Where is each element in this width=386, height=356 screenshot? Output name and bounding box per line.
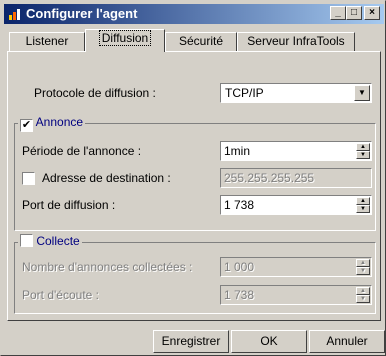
spin-down-icon[interactable]: ▼ — [356, 151, 370, 159]
chevron-down-icon[interactable]: ▼ — [354, 85, 370, 101]
collecte-group-title: Collecte — [18, 234, 82, 248]
diffusion-panel: Protocole de diffusion : TCP/IP ▼ ✔ Anno… — [7, 51, 381, 321]
period-label: Période de l'annonce : — [22, 144, 142, 158]
listen-port-input[interactable]: 1 738 ▲ ▼ — [220, 285, 372, 305]
window-title: Configurer l'agent — [26, 6, 138, 21]
ok-button[interactable]: OK — [231, 330, 307, 353]
tab-diffusion-label: Diffusion — [98, 30, 152, 46]
tab-listener-label: Listener — [25, 34, 69, 48]
listen-port-label: Port d'écoute : — [22, 288, 100, 302]
listen-port-spinner[interactable]: ▲ ▼ — [356, 287, 370, 303]
count-label: Nombre d'annonces collectées : — [22, 260, 193, 274]
close-button[interactable]: × — [364, 6, 380, 20]
tab-listener[interactable]: Listener — [9, 32, 85, 51]
destination-input[interactable]: 255.255.255.255 — [220, 168, 372, 188]
period-spinner[interactable]: ▲ ▼ — [356, 143, 370, 159]
agent-icon — [9, 9, 20, 20]
port-spinner[interactable]: ▲ ▼ — [356, 197, 370, 213]
period-input[interactable]: 1min ▲ ▼ — [220, 141, 372, 161]
spin-up-icon[interactable]: ▲ — [356, 287, 370, 295]
annonce-title: Annonce — [35, 115, 84, 129]
protocol-label: Protocole de diffusion : — [34, 86, 156, 100]
port-input[interactable]: 1 738 ▲ ▼ — [220, 195, 372, 215]
tab-securite[interactable]: Sécurité — [165, 32, 237, 51]
spin-up-icon[interactable]: ▲ — [356, 197, 370, 205]
tab-securite-label: Sécurité — [178, 34, 224, 48]
save-button[interactable]: Enregistrer — [153, 330, 229, 353]
tab-serveur-infratools-label: Serveur InfraTools — [247, 34, 345, 48]
protocol-select[interactable]: TCP/IP ▼ — [220, 83, 372, 103]
collecte-title: Collecte — [36, 234, 80, 248]
port-value: 1 738 — [224, 198, 255, 212]
port-label: Port de diffusion : — [22, 198, 116, 212]
tab-strip: Listener Diffusion Sécurité Serveur Infr… — [7, 29, 381, 52]
collecte-checkbox[interactable] — [20, 234, 33, 247]
spin-down-icon[interactable]: ▼ — [356, 267, 370, 275]
count-value: 1 000 — [224, 260, 255, 274]
configure-agent-dialog: Configurer l'agent _ □ × Listener Diffus… — [0, 0, 386, 356]
spin-down-icon[interactable]: ▼ — [356, 205, 370, 213]
spin-down-icon[interactable]: ▼ — [356, 295, 370, 303]
minimize-button[interactable]: _ — [330, 6, 346, 20]
spin-up-icon[interactable]: ▲ — [356, 143, 370, 151]
title-bar[interactable]: Configurer l'agent _ □ × — [4, 4, 384, 24]
count-spinner[interactable]: ▲ ▼ — [356, 259, 370, 275]
listen-port-value: 1 738 — [224, 288, 255, 302]
maximize-button[interactable]: □ — [346, 6, 362, 20]
destination-label: Adresse de destination : — [42, 171, 171, 185]
spin-up-icon[interactable]: ▲ — [356, 259, 370, 267]
annonce-checkbox[interactable]: ✔ — [20, 119, 33, 132]
protocol-value: TCP/IP — [225, 86, 264, 100]
count-input[interactable]: 1 000 ▲ ▼ — [220, 257, 372, 277]
destination-value: 255.255.255.255 — [224, 171, 315, 185]
destination-checkbox[interactable] — [22, 172, 35, 185]
period-value: 1min — [224, 144, 251, 158]
tab-serveur-infratools[interactable]: Serveur InfraTools — [237, 32, 355, 51]
tab-diffusion[interactable]: Diffusion — [85, 29, 165, 52]
cancel-button[interactable]: Annuler — [309, 330, 385, 353]
annonce-group-title: ✔ Annonce — [18, 115, 86, 132]
